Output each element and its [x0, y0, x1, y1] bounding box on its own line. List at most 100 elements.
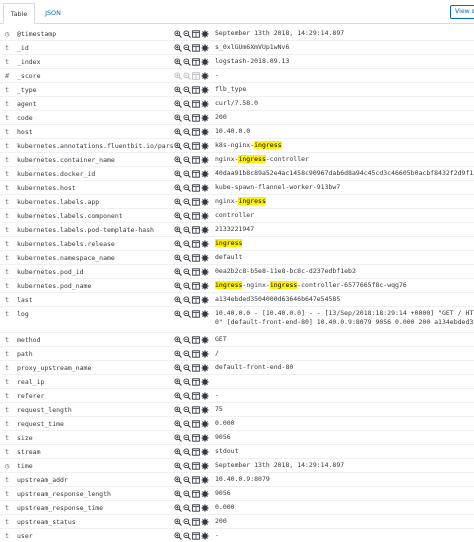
toggle-column-icon[interactable] — [192, 184, 200, 192]
filter-for-value-icon[interactable] — [174, 86, 182, 94]
filter-for-value-icon[interactable] — [174, 406, 182, 414]
toggle-column-icon[interactable] — [192, 504, 200, 512]
filter-out-value-icon[interactable] — [183, 100, 191, 108]
filter-out-value-icon[interactable] — [183, 212, 191, 220]
toggle-column-icon[interactable] — [192, 392, 200, 400]
filter-exists-icon[interactable] — [201, 282, 209, 290]
filter-out-value-icon[interactable] — [183, 532, 191, 540]
toggle-column-icon[interactable] — [192, 170, 200, 178]
filter-exists-icon[interactable] — [201, 198, 209, 206]
filter-out-value-icon[interactable] — [183, 406, 191, 414]
filter-exists-icon[interactable] — [201, 268, 209, 276]
filter-out-value-icon[interactable] — [183, 364, 191, 372]
filter-out-value-icon[interactable] — [183, 350, 191, 358]
filter-for-value-icon[interactable] — [174, 282, 182, 290]
filter-exists-icon[interactable] — [201, 142, 209, 150]
filter-out-value-icon[interactable] — [183, 420, 191, 428]
filter-for-value-icon[interactable] — [174, 448, 182, 456]
filter-for-value-icon[interactable] — [174, 114, 182, 122]
filter-out-value-icon[interactable] — [183, 240, 191, 248]
filter-exists-icon[interactable] — [201, 378, 209, 386]
toggle-column-icon[interactable] — [192, 86, 200, 94]
filter-for-value-icon[interactable] — [174, 490, 182, 498]
filter-out-value-icon[interactable] — [183, 72, 191, 80]
filter-exists-icon[interactable] — [201, 336, 209, 344]
toggle-column-icon[interactable] — [192, 310, 200, 318]
toggle-column-icon[interactable] — [192, 364, 200, 372]
toggle-column-icon[interactable] — [192, 420, 200, 428]
filter-exists-icon[interactable] — [201, 406, 209, 414]
filter-out-value-icon[interactable] — [183, 30, 191, 38]
toggle-column-icon[interactable] — [192, 448, 200, 456]
filter-exists-icon[interactable] — [201, 58, 209, 66]
filter-for-value-icon[interactable] — [174, 504, 182, 512]
toggle-column-icon[interactable] — [192, 156, 200, 164]
filter-out-value-icon[interactable] — [183, 86, 191, 94]
filter-for-value-icon[interactable] — [174, 170, 182, 178]
filter-out-value-icon[interactable] — [183, 226, 191, 234]
filter-exists-icon[interactable] — [201, 504, 209, 512]
toggle-column-icon[interactable] — [192, 100, 200, 108]
filter-for-value-icon[interactable] — [174, 518, 182, 526]
toggle-column-icon[interactable] — [192, 406, 200, 414]
filter-exists-icon[interactable] — [201, 72, 209, 80]
filter-for-value-icon[interactable] — [174, 476, 182, 484]
filter-for-value-icon[interactable] — [174, 532, 182, 540]
toggle-column-icon[interactable] — [192, 490, 200, 498]
filter-out-value-icon[interactable] — [183, 476, 191, 484]
filter-exists-icon[interactable] — [201, 30, 209, 38]
filter-out-value-icon[interactable] — [183, 518, 191, 526]
toggle-column-icon[interactable] — [192, 198, 200, 206]
filter-for-value-icon[interactable] — [174, 72, 182, 80]
filter-exists-icon[interactable] — [201, 420, 209, 428]
filter-exists-icon[interactable] — [201, 86, 209, 94]
filter-exists-icon[interactable] — [201, 170, 209, 178]
filter-exists-icon[interactable] — [201, 434, 209, 442]
toggle-column-icon[interactable] — [192, 350, 200, 358]
filter-exists-icon[interactable] — [201, 254, 209, 262]
filter-for-value-icon[interactable] — [174, 128, 182, 136]
toggle-column-icon[interactable] — [192, 128, 200, 136]
filter-out-value-icon[interactable] — [183, 58, 191, 66]
toggle-column-icon[interactable] — [192, 72, 200, 80]
toggle-column-icon[interactable] — [192, 114, 200, 122]
filter-for-value-icon[interactable] — [174, 254, 182, 262]
filter-exists-icon[interactable] — [201, 226, 209, 234]
toggle-column-icon[interactable] — [192, 142, 200, 150]
filter-out-value-icon[interactable] — [183, 378, 191, 386]
filter-out-value-icon[interactable] — [183, 490, 191, 498]
filter-for-value-icon[interactable] — [174, 434, 182, 442]
filter-exists-icon[interactable] — [201, 212, 209, 220]
filter-for-value-icon[interactable] — [174, 462, 182, 470]
toggle-column-icon[interactable] — [192, 476, 200, 484]
toggle-column-icon[interactable] — [192, 212, 200, 220]
filter-for-value-icon[interactable] — [174, 58, 182, 66]
filter-exists-icon[interactable] — [201, 128, 209, 136]
filter-out-value-icon[interactable] — [183, 336, 191, 344]
filter-out-value-icon[interactable] — [183, 504, 191, 512]
filter-exists-icon[interactable] — [201, 100, 209, 108]
filter-for-value-icon[interactable] — [174, 44, 182, 52]
filter-out-value-icon[interactable] — [183, 392, 191, 400]
filter-out-value-icon[interactable] — [183, 170, 191, 178]
filter-out-value-icon[interactable] — [183, 184, 191, 192]
filter-for-value-icon[interactable] — [174, 364, 182, 372]
filter-exists-icon[interactable] — [201, 184, 209, 192]
toggle-column-icon[interactable] — [192, 282, 200, 290]
filter-exists-icon[interactable] — [201, 310, 209, 318]
filter-for-value-icon[interactable] — [174, 392, 182, 400]
toggle-column-icon[interactable] — [192, 58, 200, 66]
filter-for-value-icon[interactable] — [174, 268, 182, 276]
filter-for-value-icon[interactable] — [174, 420, 182, 428]
filter-for-value-icon[interactable] — [174, 156, 182, 164]
tab-table[interactable]: Table — [3, 3, 35, 24]
tab-json[interactable]: JSON — [40, 3, 66, 24]
filter-out-value-icon[interactable] — [183, 44, 191, 52]
filter-for-value-icon[interactable] — [174, 142, 182, 150]
filter-exists-icon[interactable] — [201, 114, 209, 122]
filter-exists-icon[interactable] — [201, 296, 209, 304]
filter-out-value-icon[interactable] — [183, 114, 191, 122]
filter-for-value-icon[interactable] — [174, 378, 182, 386]
filter-exists-icon[interactable] — [201, 240, 209, 248]
filter-for-value-icon[interactable] — [174, 240, 182, 248]
